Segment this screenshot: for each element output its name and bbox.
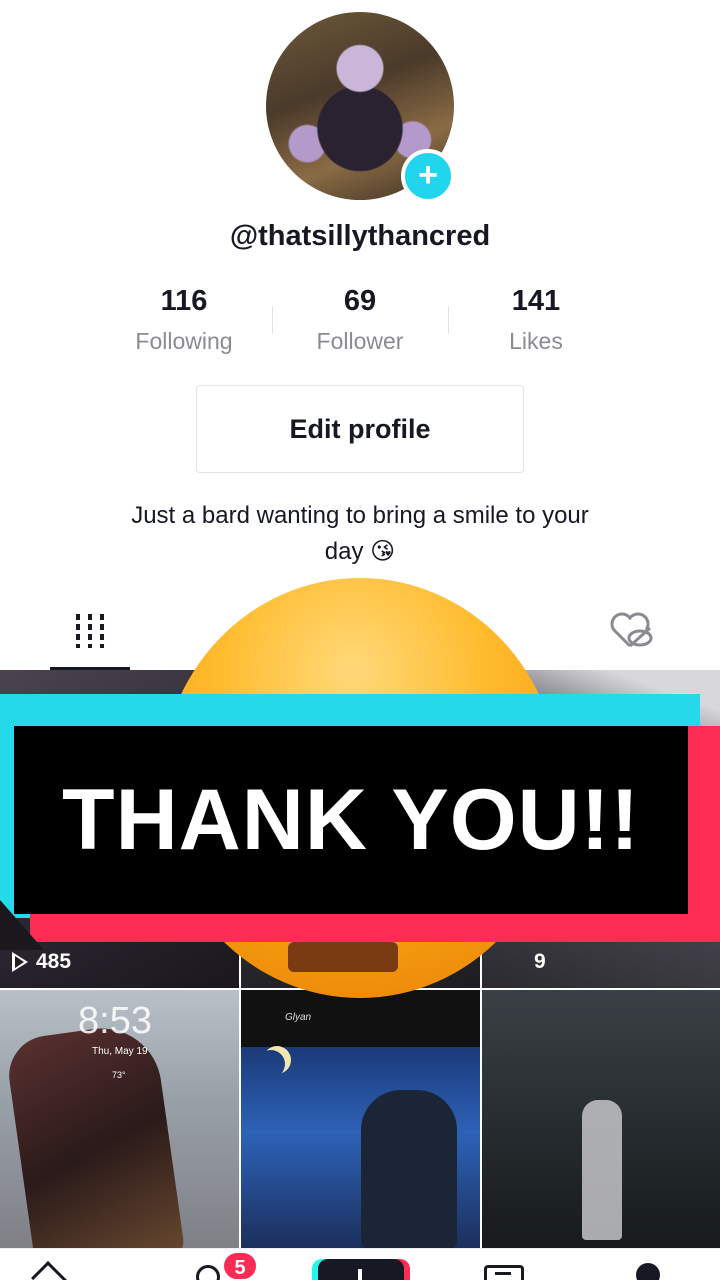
tab-videos[interactable] — [50, 610, 130, 670]
emoji-mouth — [288, 942, 398, 972]
home-icon[interactable] — [31, 1261, 81, 1280]
thumbnail-corner — [0, 900, 44, 950]
thank-you-banner: THANK YOU!! — [62, 772, 640, 868]
stat-followers[interactable]: 69 Follower — [272, 282, 448, 355]
add-avatar-plus-icon[interactable]: + — [401, 149, 455, 203]
friends-badge: 5 — [222, 1251, 258, 1280]
stat-divider — [448, 306, 449, 334]
stat-divider — [272, 306, 273, 334]
character-silhouette — [582, 1100, 622, 1240]
video-thumbnail[interactable]: Glyan — [241, 990, 480, 1250]
lockscreen-date: Thu, May 19 — [92, 1046, 148, 1057]
profile-icon[interactable] — [636, 1263, 660, 1280]
video-thumbnail[interactable] — [482, 990, 720, 1250]
following-label: Following — [135, 328, 233, 354]
following-count: 116 — [160, 285, 208, 317]
likes-count: 141 — [511, 285, 561, 317]
lockscreen-time: 8:53 — [78, 1000, 152, 1042]
private-liked-icon — [610, 612, 653, 648]
edit-profile-button[interactable]: Edit profile — [196, 385, 524, 473]
tab-liked[interactable] — [608, 610, 656, 650]
stat-likes[interactable]: 141 Likes — [448, 282, 624, 355]
bio-line: day 😘 — [324, 538, 396, 565]
video-caption: Glyan — [285, 1012, 312, 1023]
lockscreen-temp: 73° — [112, 1070, 126, 1080]
likes-label: Likes — [509, 328, 563, 354]
view-count: 485 — [12, 950, 71, 974]
character-silhouette — [361, 1090, 457, 1250]
username: @thatsillythancred — [229, 220, 491, 252]
video-thumbnail[interactable]: 8:53 Thu, May 19 73° — [0, 990, 239, 1250]
bio-line: Just a bard wanting to bring a smile to … — [131, 502, 589, 529]
inbox-icon[interactable] — [484, 1265, 524, 1280]
friends-icon[interactable] — [196, 1265, 220, 1280]
followers-count: 69 — [343, 285, 377, 317]
view-count-value: 485 — [36, 950, 72, 973]
create-icon[interactable] — [318, 1259, 404, 1280]
grid-icon — [74, 614, 106, 648]
moon-icon — [257, 1050, 285, 1078]
view-count-value: 9 — [534, 950, 546, 973]
profile-bio: Just a bard wanting to bring a smile to … — [80, 498, 640, 570]
followers-label: Follower — [316, 328, 404, 354]
play-icon — [12, 952, 28, 972]
stat-following[interactable]: 116 Following — [96, 282, 272, 355]
bottom-nav: 5 — [0, 1248, 720, 1280]
profile-stats: 116 Following 69 Follower 141 Likes — [96, 282, 624, 355]
